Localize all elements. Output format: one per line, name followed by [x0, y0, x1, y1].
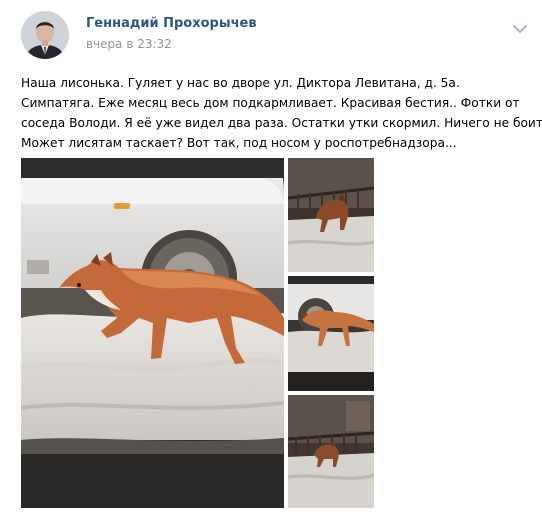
- fox-photo: [288, 276, 374, 391]
- post-photo-main[interactable]: [21, 158, 284, 508]
- post-photo-thumb[interactable]: [288, 395, 374, 508]
- post-time[interactable]: вчера в 23:32: [86, 37, 172, 51]
- post-text-line: соседа Володи. Я её уже видел два раза. …: [21, 116, 542, 130]
- fox-photo: [288, 158, 374, 272]
- post-menu-button[interactable]: [512, 20, 528, 33]
- avatar-image: [21, 11, 69, 59]
- avatar[interactable]: [21, 11, 69, 59]
- chevron-down-icon: [513, 25, 527, 33]
- post-text: Наша лисонька. Гуляет у нас во дворе ул.…: [21, 73, 542, 153]
- post-photo-thumb[interactable]: [288, 276, 374, 391]
- post-photo-thumb[interactable]: [288, 158, 374, 272]
- author-name[interactable]: Геннадий Прохорычев: [86, 16, 257, 31]
- fox-photo: [288, 395, 374, 508]
- post-text-line: Может лисятам таскает? Вот так, под носо…: [21, 136, 457, 150]
- post-text-line: Симпатяга. Еже месяц весь дом подкармлив…: [21, 96, 520, 110]
- fox-photo: [21, 158, 284, 508]
- post-text-line: Наша лисонька. Гуляет у нас во дворе ул.…: [21, 76, 460, 90]
- wall-post: Геннадий Прохорычев вчера в 23:32 Наша л…: [0, 0, 542, 525]
